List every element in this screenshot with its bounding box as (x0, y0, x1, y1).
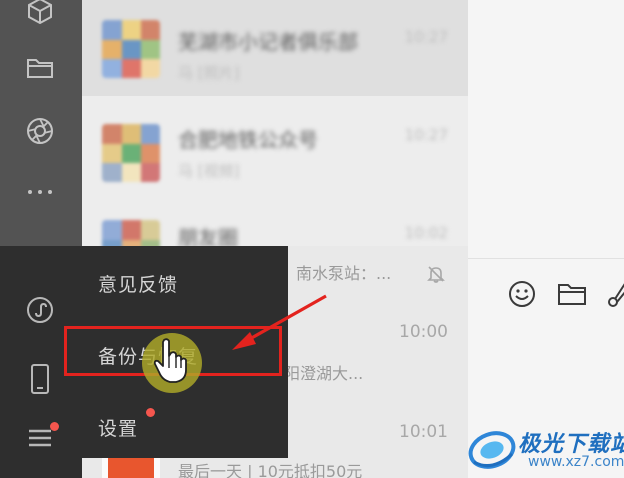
chat-preview: 最后一天 | 10元抵扣50元 (178, 462, 363, 478)
chat-item[interactable]: 合肥地铁公众号 马 [视频] 10:27 (82, 96, 468, 192)
chat-preview: 马 [视频] (178, 162, 240, 180)
chat-time: 10:02 (404, 224, 448, 242)
chat-title: 合肥地铁公众号 (178, 128, 318, 152)
menu-item-settings[interactable]: 设置 (82, 398, 288, 456)
emoji-icon[interactable] (506, 278, 538, 310)
chat-avatar (102, 124, 160, 182)
chat-time: 10:27 (404, 126, 448, 144)
cube-icon[interactable] (22, 0, 58, 28)
phone-icon[interactable] (22, 361, 58, 397)
folder-icon[interactable] (556, 278, 588, 310)
chat-time: 10:01 (399, 422, 448, 442)
chat-time: 10:00 (399, 322, 448, 342)
more-icon[interactable] (22, 174, 58, 210)
chat-title: 芜湖市小记者俱乐部 (178, 30, 358, 54)
divider (468, 258, 624, 259)
menu-item-label: 设置 (98, 418, 139, 440)
chat-item[interactable]: 芜湖市小记者俱乐部 马 [照片] 10:27 (82, 0, 468, 96)
chat-preview: 阳澄湖大... (284, 364, 364, 383)
chat-preview: 马 [照片] (178, 64, 240, 82)
chat-preview: 南水泵站：... (296, 264, 392, 283)
folder-icon[interactable] (22, 50, 58, 86)
hand-cursor-icon (153, 338, 187, 383)
aperture-icon[interactable] (22, 113, 58, 149)
menu-item-feedback[interactable]: 意见反馈 (82, 254, 288, 312)
mute-icon (427, 266, 445, 283)
notification-dot (146, 408, 155, 417)
watermark-url: www.xz7.com (528, 454, 624, 470)
notification-dot (50, 422, 59, 431)
watermark-logo-icon (468, 431, 516, 469)
chat-time: 10:27 (404, 28, 448, 46)
sidebar (0, 0, 82, 478)
menu-item-label: 意见反馈 (98, 274, 179, 296)
scissors-icon[interactable] (604, 278, 624, 310)
chat-avatar (102, 20, 160, 78)
watermark: 极光下载站 www.xz7.com (466, 420, 624, 478)
chat-window (468, 0, 624, 478)
mini-program-icon[interactable] (22, 292, 58, 328)
